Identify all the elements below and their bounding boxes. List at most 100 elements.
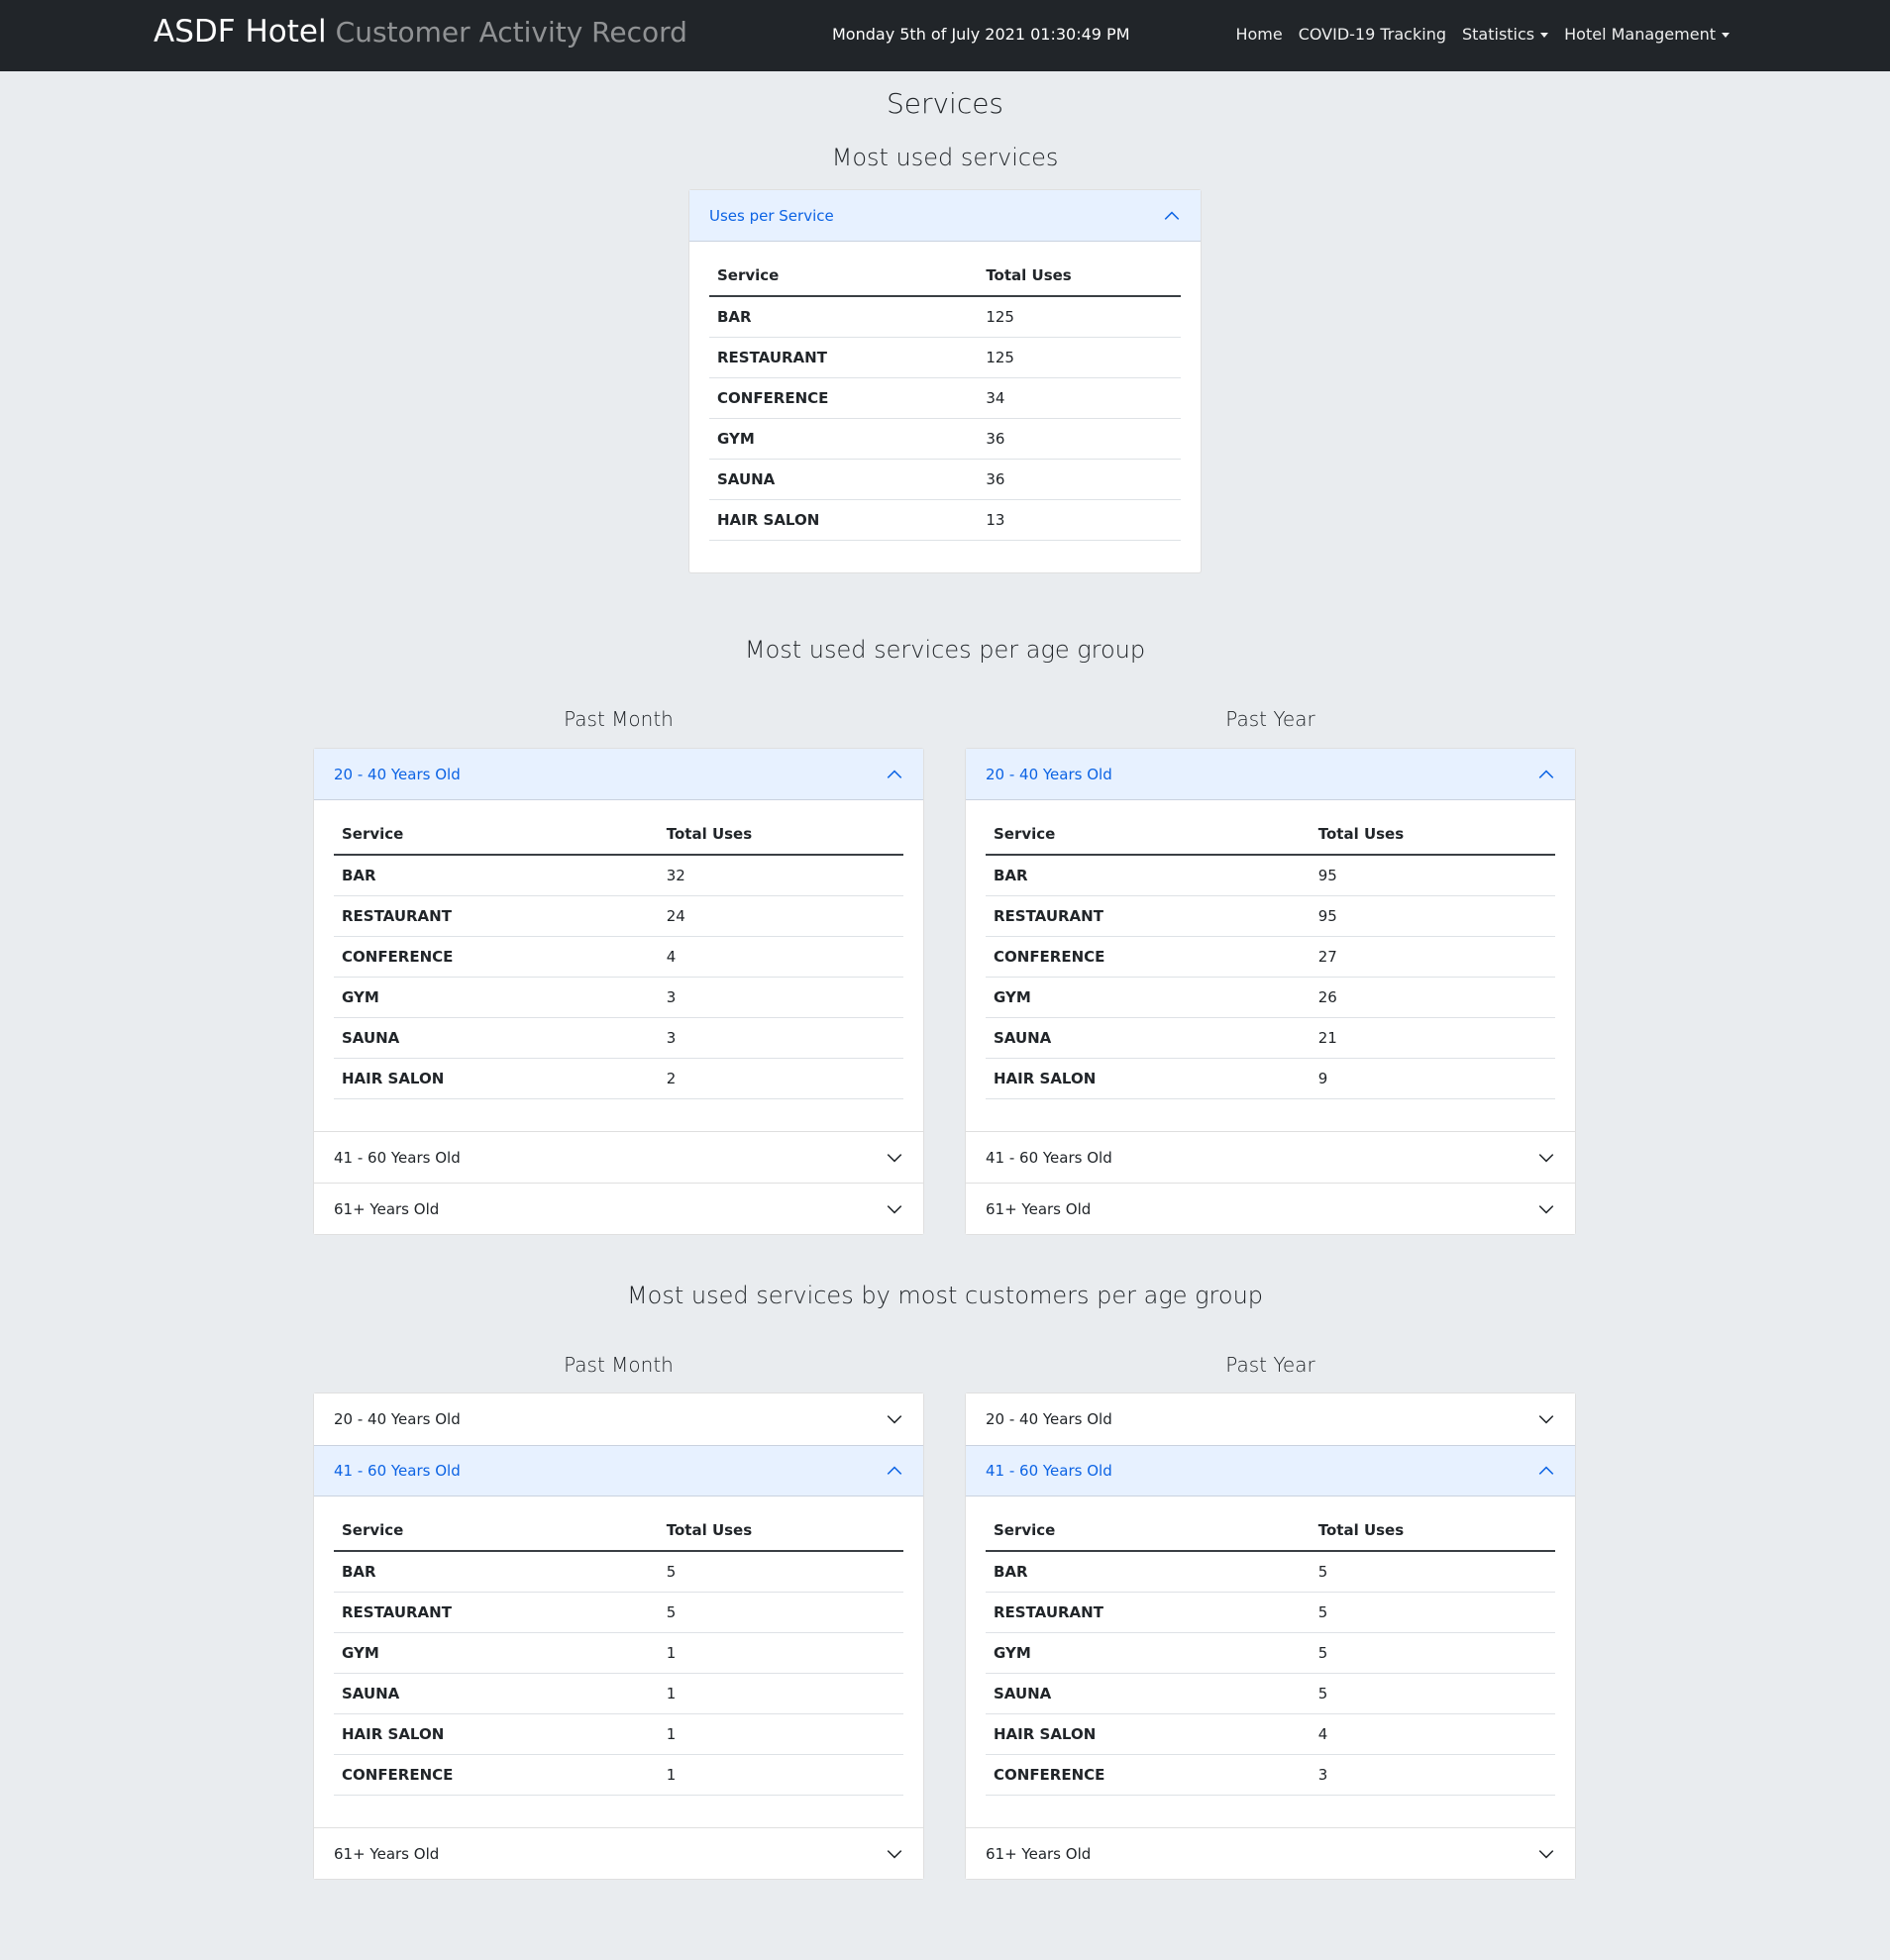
accordion-item-20-40[interactable]: 20 - 40 Years Old (966, 749, 1575, 800)
total-uses-cell: 125 (978, 296, 1181, 338)
service-name-cell: BAR (334, 1551, 659, 1593)
total-uses-cell: 13 (978, 499, 1181, 541)
accordion-item-61-plus[interactable]: 61+ Years Old (966, 1827, 1575, 1879)
services-table: Service Total Uses BAR 5 RESTAURANT 5 GYM 1 SA… (334, 1510, 903, 1796)
nav-hotel-management-label: Hotel Management (1564, 25, 1716, 44)
caret-down-icon (1540, 33, 1549, 38)
nav-covid-tracking-link[interactable]: COVID-19 Tracking (1299, 25, 1446, 44)
total-uses-cell: 1 (658, 1754, 903, 1796)
total-uses-cell: 3 (658, 977, 903, 1018)
table-body: BAR 5 RESTAURANT 5 GYM 1 SAUNA 1 HAIR SALON 1 CONF… (334, 1551, 903, 1796)
nav-statistics-dropdown[interactable]: Statistics (1462, 25, 1549, 44)
total-uses-cell: 34 (978, 377, 1181, 419)
chevron-up-icon (1538, 1466, 1554, 1475)
service-name-cell: HAIR SALON (986, 1713, 1311, 1755)
chevron-down-icon (887, 1204, 902, 1213)
table-row: SAUNA 21 (986, 1017, 1555, 1059)
accordion-item-20-40[interactable]: 20 - 40 Years Old (314, 749, 923, 800)
nav-home-link[interactable]: Home (1235, 25, 1282, 44)
service-name-cell: SAUNA (334, 1017, 659, 1059)
accordion-item-20-40[interactable]: 20 - 40 Years Old (314, 1393, 923, 1445)
service-name-cell: CONFERENCE (986, 1754, 1311, 1796)
table-row: HAIR SALON 13 (709, 499, 1181, 541)
services-table: Service Total Uses BAR 32 RESTAURANT 24 CONF… (334, 814, 903, 1099)
total-uses-cell: 32 (658, 855, 903, 896)
table-row: GYM 26 (986, 977, 1555, 1018)
service-name-cell: SAUNA (986, 1017, 1311, 1059)
accordion-item-20-40[interactable]: 20 - 40 Years Old (966, 1393, 1575, 1445)
column-header-service: Service (986, 1510, 1311, 1552)
table-row: CONFERENCE 34 (709, 377, 1181, 419)
table-body: BAR 125 RESTAURANT 125 CONFERENCE 34 GYM 36 SAUN… (709, 296, 1181, 541)
total-uses-cell: 95 (1310, 855, 1555, 896)
column-title-past-month: Past Month (564, 707, 674, 731)
accordion-header-label: 61+ Years Old (334, 1844, 440, 1863)
total-uses-cell: 1 (658, 1673, 903, 1714)
services-table: Service Total Uses BAR 125 RESTAURANT 125 CO… (709, 256, 1181, 541)
table-row: HAIR SALON 4 (986, 1713, 1555, 1755)
total-uses-cell: 36 (978, 459, 1181, 500)
chevron-down-icon (887, 1153, 902, 1162)
age-group-year-accordion: 20 - 40 Years Old Service Total Uses BAR… (965, 748, 1576, 1235)
section-title-most-used: Most used services (831, 144, 1059, 171)
accordion-item-41-60[interactable]: 41 - 60 Years Old (314, 1445, 923, 1496)
uses-per-service-accordion: Uses per Service Service Total Uses BAR 1… (688, 189, 1202, 573)
service-name-cell: SAUNA (986, 1673, 1311, 1714)
accordion-header-label: 41 - 60 Years Old (334, 1462, 461, 1480)
table-row: RESTAURANT 5 (986, 1592, 1555, 1633)
table-row: BAR 5 (334, 1551, 903, 1593)
column-title-past-year: Past Year (1225, 1353, 1315, 1377)
service-name-cell: RESTAURANT (709, 337, 979, 378)
table-row: RESTAURANT 24 (334, 895, 903, 937)
chevron-down-icon (887, 1849, 902, 1858)
accordion-item-61-plus[interactable]: 61+ Years Old (314, 1827, 923, 1879)
total-uses-cell: 36 (978, 418, 1181, 460)
service-name-cell: BAR (986, 1551, 1311, 1593)
accordion-header-label: 61+ Years Old (334, 1199, 440, 1218)
total-uses-cell: 24 (658, 895, 903, 937)
total-uses-cell: 3 (1310, 1754, 1555, 1796)
table-row: RESTAURANT 95 (986, 895, 1555, 937)
service-name-cell: GYM (986, 977, 1311, 1018)
uses-per-service-header[interactable]: Uses per Service (689, 190, 1201, 242)
accordion-header-label: 20 - 40 Years Old (334, 765, 461, 783)
accordion-item-61-plus[interactable]: 61+ Years Old (966, 1183, 1575, 1234)
accordion-item-61-plus[interactable]: 61+ Years Old (314, 1183, 923, 1234)
column-header-total-uses: Total Uses (978, 256, 1181, 297)
column-header-total-uses: Total Uses (658, 814, 903, 856)
accordion-item-41-60[interactable]: 41 - 60 Years Old (314, 1131, 923, 1183)
table-row: CONFERENCE 1 (334, 1754, 903, 1796)
service-name-cell: CONFERENCE (334, 936, 659, 978)
accordion-header-label: 41 - 60 Years Old (334, 1148, 461, 1167)
chevron-up-icon (887, 1466, 902, 1475)
accordion-item-41-60[interactable]: 41 - 60 Years Old (966, 1131, 1575, 1183)
service-name-cell: SAUNA (709, 459, 979, 500)
chevron-down-icon (1538, 1153, 1554, 1162)
total-uses-cell: 21 (1310, 1017, 1555, 1059)
brand-name[interactable]: ASDF Hotel (154, 14, 327, 50)
total-uses-cell: 5 (1310, 1673, 1555, 1714)
table-body: BAR 32 RESTAURANT 24 CONFERENCE 4 GYM 3 SAUNA 3 HA… (334, 855, 903, 1099)
customers-year-accordion: 20 - 40 Years Old 41 - 60 Years Old Serv… (965, 1393, 1576, 1880)
brand-subtitle: Customer Activity Record (335, 16, 687, 49)
total-uses-cell: 5 (1310, 1632, 1555, 1674)
age-group-month-accordion: 20 - 40 Years Old Service Total Uses BAR… (313, 748, 924, 1235)
service-name-cell: RESTAURANT (334, 895, 659, 937)
accordion-item-41-60[interactable]: 41 - 60 Years Old (966, 1445, 1575, 1496)
total-uses-cell: 95 (1310, 895, 1555, 937)
table-row: RESTAURANT 5 (334, 1592, 903, 1633)
accordion-header-label: 61+ Years Old (986, 1844, 1092, 1863)
service-name-cell: CONFERENCE (986, 936, 1311, 978)
nav-hotel-management-dropdown[interactable]: Hotel Management (1564, 25, 1730, 44)
service-name-cell: CONFERENCE (334, 1754, 659, 1796)
column-header-total-uses: Total Uses (658, 1510, 903, 1552)
nav-menu: Home COVID-19 Tracking Statistics Hotel … (1235, 25, 1730, 44)
total-uses-cell: 5 (1310, 1592, 1555, 1633)
table-row: HAIR SALON 2 (334, 1058, 903, 1099)
table-row: CONFERENCE 4 (334, 936, 903, 978)
brand[interactable]: ASDF Hotel Customer Activity Record (154, 14, 687, 50)
table-row: BAR 125 (709, 296, 1181, 338)
service-name-cell: RESTAURANT (986, 895, 1311, 937)
total-uses-cell: 125 (978, 337, 1181, 378)
chevron-down-icon (887, 1415, 902, 1424)
